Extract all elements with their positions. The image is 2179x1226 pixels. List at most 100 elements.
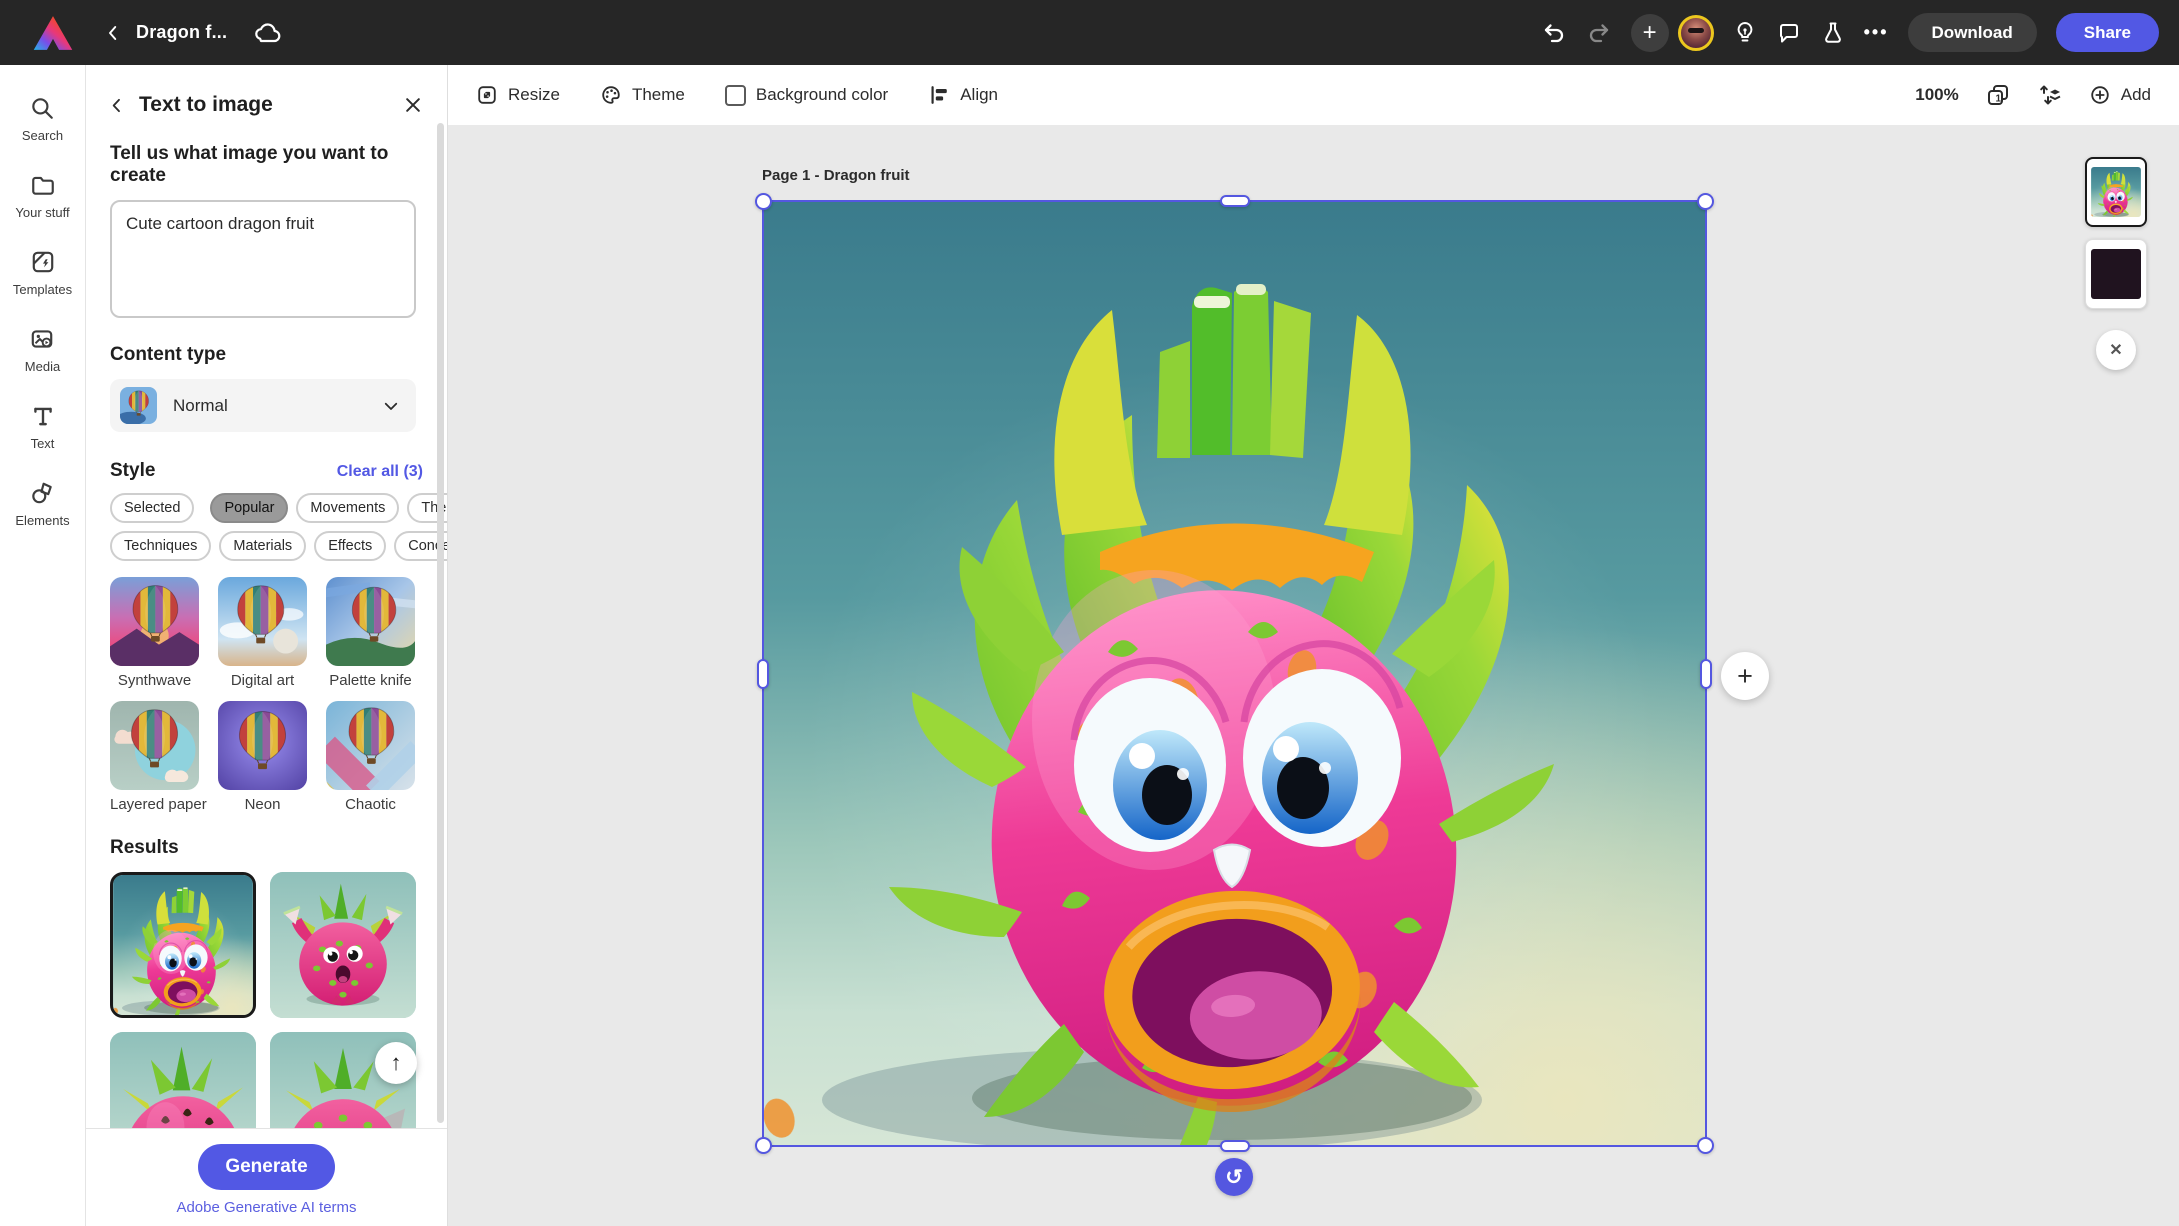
share-button[interactable]: Share (2056, 13, 2159, 52)
style-thumbnail-grid: Synthwave Digital art Palette knife Laye… (110, 577, 423, 813)
page-1-preview (2091, 167, 2141, 217)
style-option-layered-paper[interactable]: Layered paper (110, 701, 199, 813)
sidebar-item-text[interactable]: Text (30, 403, 56, 451)
align-icon (928, 84, 950, 106)
new-document-button[interactable]: + (1631, 14, 1669, 52)
content-type-heading: Content type (110, 344, 423, 366)
style-option-neon[interactable]: Neon (218, 701, 307, 813)
panel-back-button[interactable] (108, 97, 125, 114)
panel-title: Text to image (139, 93, 273, 117)
top-bar-actions: + ••• Download Share (1541, 13, 2159, 52)
chip-effects[interactable]: Effects (314, 531, 386, 561)
background-color-button[interactable]: Background color (725, 85, 888, 106)
left-sidebar: Search Your stuff Templates Media Text E… (0, 65, 86, 1226)
style-option-digital-art[interactable]: Digital art (218, 577, 307, 689)
chip-popular[interactable]: Popular (210, 493, 288, 523)
content-type-thumbnail (120, 387, 157, 424)
panel-footer: Generate Adobe Generative AI terms (86, 1128, 447, 1226)
results-heading: Results (110, 837, 423, 859)
redo-button[interactable] (1586, 21, 1612, 45)
style-option-palette-knife[interactable]: Palette knife (326, 577, 415, 689)
rotate-button[interactable]: ↺ (1215, 1158, 1253, 1196)
sidebar-item-your-stuff[interactable]: Your stuff (15, 172, 69, 220)
palette-icon (600, 84, 622, 106)
style-header: Style Clear all (3) (110, 460, 423, 482)
sidebar-item-elements[interactable]: Elements (15, 480, 69, 528)
text-to-image-panel: Text to image Tell us what image you wan… (86, 65, 448, 1226)
media-icon (29, 326, 55, 352)
sidebar-item-media[interactable]: Media (25, 326, 60, 374)
adobe-express-logo[interactable] (32, 14, 74, 52)
chip-materials[interactable]: Materials (219, 531, 306, 561)
align-button[interactable]: Align (928, 84, 998, 106)
comment-icon[interactable] (1776, 21, 1802, 45)
download-button[interactable]: Download (1908, 13, 2037, 52)
layers-button[interactable] (2037, 82, 2063, 108)
zoom-level[interactable]: 100% (1915, 85, 1958, 105)
layers-icon (2037, 82, 2063, 108)
scroll-to-top-button[interactable]: ↑ (375, 1042, 417, 1084)
panel-close-button[interactable] (403, 95, 423, 115)
chevron-left-icon (104, 24, 122, 42)
chip-selected[interactable]: Selected (110, 493, 194, 523)
prompt-input[interactable]: Cute cartoon dragon fruit (110, 200, 416, 318)
result-thumbnail-1[interactable] (110, 872, 256, 1018)
content-type-value: Normal (173, 396, 228, 416)
panel-header: Text to image (86, 65, 447, 117)
page-label[interactable]: Page 1 - Dragon fruit (762, 167, 910, 184)
dragon-fruit-artwork (762, 200, 1707, 1147)
search-icon (29, 95, 55, 121)
style-option-chaotic[interactable]: Chaotic (326, 701, 415, 813)
content-type-select[interactable]: Normal (110, 379, 416, 432)
page-thumbnail-2[interactable] (2085, 239, 2147, 309)
beta-flask-icon[interactable] (1821, 20, 1845, 46)
style-chip-row-1: Selected Popular Movements Themes (110, 493, 423, 523)
canvas-toolbar-right: 100% 1 Add (1915, 82, 2151, 108)
theme-button[interactable]: Theme (600, 84, 685, 106)
sidebar-item-search[interactable]: Search (22, 95, 63, 143)
templates-icon (30, 249, 56, 275)
clear-all-button[interactable]: Clear all (3) (337, 463, 423, 481)
adobe-express-app: Dragon f... + ••• Download Shar (0, 0, 2179, 1226)
resize-icon (476, 84, 498, 106)
result-thumbnail-2[interactable] (270, 872, 416, 1018)
canvas-toolbar: Resize Theme Background color Align 100%… (448, 65, 2179, 125)
document-title[interactable]: Dragon f... (136, 22, 227, 43)
folder-icon (30, 172, 56, 198)
close-pages-rail-button[interactable]: ✕ (2096, 330, 2136, 370)
elements-icon (29, 480, 55, 506)
resize-button[interactable]: Resize (476, 84, 560, 106)
style-chip-row-2: Techniques Materials Effects Concepts (110, 531, 423, 561)
canvas-page[interactable] (762, 200, 1707, 1147)
cloud-sync-icon[interactable] (253, 22, 283, 44)
avatar[interactable] (1678, 15, 1714, 51)
sidebar-item-templates[interactable]: Templates (13, 249, 72, 297)
page-thumbnail-1[interactable] (2085, 157, 2147, 227)
chevron-down-icon (382, 397, 400, 415)
close-icon (403, 95, 423, 115)
page-2-preview (2091, 249, 2141, 299)
generative-ai-terms-link[interactable]: Adobe Generative AI terms (176, 1199, 356, 1216)
text-icon (30, 403, 56, 429)
undo-button[interactable] (1541, 21, 1567, 45)
canvas-stage: Page 1 - Dragon fruit + ↺ ✕ (448, 125, 2179, 1226)
pages-button[interactable]: 1 (1985, 82, 2011, 108)
chip-techniques[interactable]: Techniques (110, 531, 211, 561)
add-page-button[interactable]: + (1721, 652, 1769, 700)
generate-button[interactable]: Generate (198, 1144, 334, 1190)
style-option-synthwave[interactable]: Synthwave (110, 577, 199, 689)
chevron-left-icon (108, 97, 125, 114)
panel-scrollbar[interactable] (437, 123, 444, 1123)
back-button[interactable] (104, 24, 122, 42)
background-color-swatch (725, 85, 746, 106)
style-heading: Style (110, 460, 155, 482)
add-circle-icon (2089, 84, 2111, 106)
prompt-label: Tell us what image you want to create (110, 143, 423, 187)
chip-movements[interactable]: Movements (296, 493, 399, 523)
top-bar: Dragon f... + ••• Download Shar (0, 0, 2179, 65)
more-options-icon[interactable]: ••• (1864, 22, 1889, 43)
svg-text:1: 1 (1995, 94, 2001, 105)
ideas-lightbulb-icon[interactable] (1733, 20, 1757, 46)
add-button[interactable]: Add (2089, 84, 2151, 106)
pages-icon: 1 (1985, 82, 2011, 108)
